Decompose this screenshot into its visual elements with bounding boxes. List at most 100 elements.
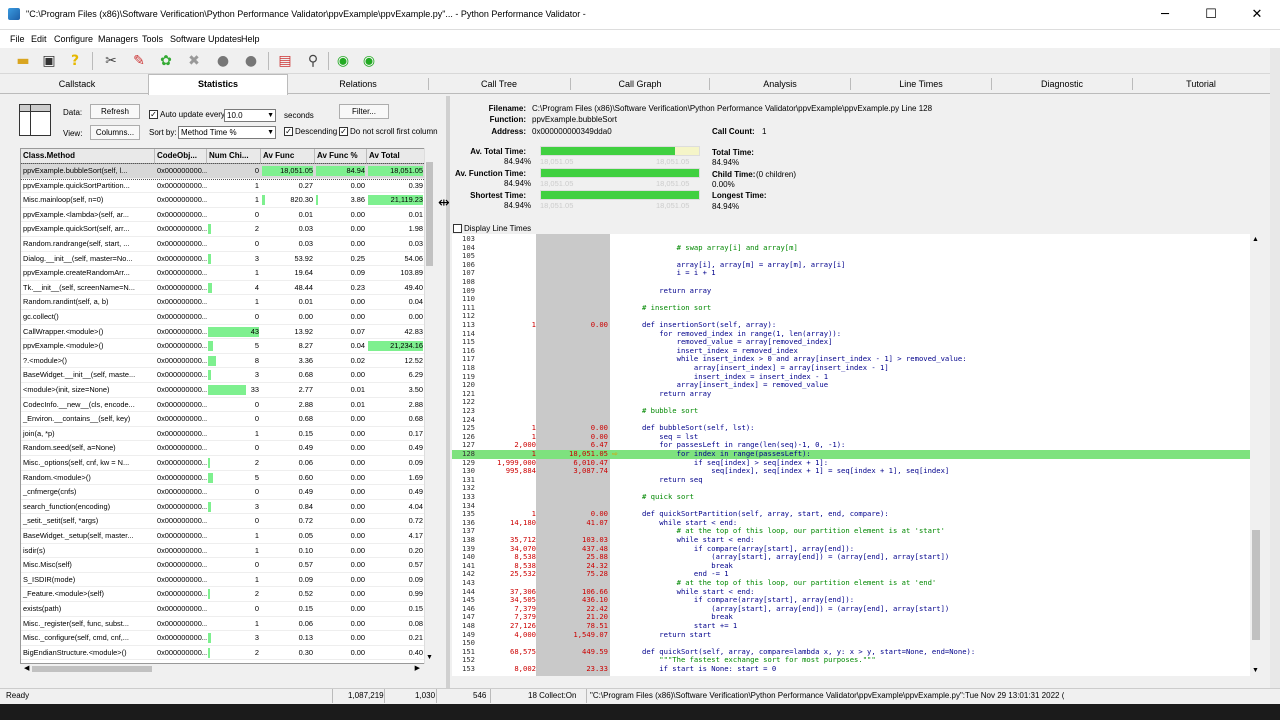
menu-tools[interactable]: Tools (142, 34, 163, 44)
table-row[interactable]: CallWrapper.<module>() 0x000000000... 43 13… (21, 325, 425, 340)
code-line[interactable]: 122 (452, 398, 1250, 407)
code-line[interactable]: 140 8,538 25.88 (array[start], array[end])… (452, 553, 1250, 562)
table-row[interactable]: _Feature.<module>(self) 0x000000000... 2 0.… (21, 587, 425, 602)
column-header-av-func-pct[interactable]: Av Func % (315, 149, 367, 164)
code-line[interactable]: 128 1 18,051.05 for index in range(passesL… (452, 449, 1250, 459)
display-line-times-checkbox[interactable] (453, 224, 462, 233)
code-line[interactable]: 108 (452, 277, 1250, 287)
table-row[interactable]: Misc.Misc(self) 0x000000000... 0 0.57 0.00 0.… (21, 558, 425, 573)
auto-update-interval-select[interactable]: 10.0 ▼ (224, 109, 276, 122)
menu-help[interactable]: Help (241, 34, 260, 44)
table-row[interactable]: BaseWidget.__init__(self, maste... 0x0000… (21, 368, 425, 383)
table-row[interactable]: isdir(s) 0x000000000... 1 0.10 0.00 0.20 (21, 544, 425, 559)
table-row[interactable]: exists(path) 0x000000000... 0 0.15 0.00 0.15 (21, 602, 425, 617)
code-line[interactable]: 113 1 0.00 def insertionSort(self, array): (452, 320, 1250, 330)
code-line[interactable]: 111 # insertion sort (452, 303, 1250, 313)
maximize-button[interactable]: ☐ (1188, 0, 1234, 30)
binoculars-icon[interactable]: ⚲ (302, 50, 324, 72)
code-line[interactable]: 123 # bubble sort (452, 406, 1250, 416)
save-icon[interactable]: ▣ (38, 50, 60, 72)
code-line[interactable]: 153 8,002 23.33 if start is None: start = … (452, 664, 1250, 674)
code-line[interactable]: 120 array[insert_index] = removed_value (452, 381, 1250, 390)
no-scroll-checkbox[interactable]: ✓ (339, 127, 348, 136)
close-button[interactable]: ✕ (1234, 0, 1280, 30)
code-line[interactable]: 152 """The fastest exchange sort for mos… (452, 656, 1250, 665)
code-line[interactable]: 132 (452, 484, 1250, 493)
window-scrollbar[interactable] (1270, 48, 1280, 688)
table-row[interactable]: _cnfmerge(cnfs) 0x000000000... 0 0.49 0.00 0.… (21, 485, 425, 500)
table-row[interactable]: Random.randint(self, a, b) 0x000000000...… (21, 295, 425, 310)
table-horizontal-scrollbar[interactable]: ◀ ▶ (20, 664, 424, 674)
code-line[interactable]: 115 removed_value = array[removed_index] (452, 338, 1250, 347)
table-row[interactable]: Random.randrange(self, start, ... 0x00000… (21, 237, 425, 252)
table-row[interactable]: ?.<module>() 0x000000000... 8 3.36 0.02 12.52 (21, 354, 425, 369)
table-row[interactable]: ppvExample.bubbleSort(self, l... 0x000000… (21, 163, 426, 180)
back-icon[interactable]: ◉ (332, 50, 354, 72)
table-row[interactable]: ppvExample.createRandomArr... 0x000000000… (21, 266, 425, 281)
open-folder-icon[interactable]: ▬ (12, 50, 34, 72)
code-line[interactable]: 133 # quick sort (452, 492, 1250, 502)
table-row[interactable]: Misc.mainloop(self, n=0) 0x000000000... 1 8… (21, 193, 425, 208)
tab-line-times[interactable]: Line Times (852, 76, 990, 92)
launch-icon[interactable]: ✎ (128, 50, 150, 72)
auto-update-checkbox[interactable]: ✓ (149, 110, 158, 119)
code-line[interactable]: 105 (452, 252, 1250, 261)
code-line[interactable]: 143 # at the top of this loop, our parti… (452, 578, 1250, 588)
code-line[interactable]: 147 7,379 21.20 break (452, 613, 1250, 622)
code-line[interactable]: 135 1 0.00 def quickSortPartition(self, arr… (452, 510, 1250, 519)
code-line[interactable]: 124 (452, 415, 1250, 425)
refresh-button[interactable]: Refresh (90, 104, 140, 119)
refresh-session-icon[interactable]: ✿ (155, 50, 177, 72)
table-row[interactable]: _setit._setit(self, *args) 0x000000000...… (21, 514, 425, 529)
code-scrollbar[interactable]: ▲ ▼ (1250, 234, 1262, 676)
code-line[interactable]: 114 for removed_index in range(1, len(ar… (452, 329, 1250, 339)
help-icon[interactable]: ? (64, 50, 86, 72)
code-line[interactable]: 106 array[i], array[m] = array[m], array… (452, 260, 1250, 270)
code-line[interactable]: 107 i = i + 1 (452, 269, 1250, 278)
code-line[interactable]: 121 return array (452, 389, 1250, 399)
code-line[interactable]: 148 27,126 78.51 start += 1 (452, 621, 1250, 631)
table-row[interactable]: ppvExample.quickSort(self, arr... 0x00000… (21, 222, 425, 237)
menu-file[interactable]: File (10, 34, 25, 44)
code-line[interactable]: 131 return seq (452, 475, 1250, 485)
code-line[interactable]: 118 array[insert_index] = array[insert_i… (452, 363, 1250, 373)
tab-analysis[interactable]: Analysis (711, 76, 849, 92)
table-row[interactable]: Tk.__init__(self, screenName=N... 0x00000… (21, 281, 425, 296)
tab-call-tree[interactable]: Call Tree (430, 76, 568, 92)
table-row[interactable]: BigEndianStructure.<module>() 0x000000000… (21, 646, 425, 661)
table-row[interactable]: Random.<module>() 0x000000000... 5 0.60 0.00… (21, 471, 425, 486)
tab-call-graph[interactable]: Call Graph (572, 76, 708, 92)
menu-software-updates[interactable]: Software Updates (170, 34, 242, 44)
column-header-av-total[interactable]: Av Total (367, 149, 425, 164)
descending-checkbox[interactable]: ✓ (284, 127, 293, 136)
graph-icon[interactable]: ▤ (274, 50, 296, 72)
panel-splitter[interactable] (446, 96, 450, 688)
table-row[interactable]: search_function(encoding) 0x000000000... 3… (21, 500, 425, 515)
table-row[interactable]: S_ISDIR(mode) 0x000000000... 1 0.09 0.00 0.09 (21, 573, 425, 588)
table-row[interactable]: ppvExample.quickSortPartition... 0x000000… (21, 179, 425, 194)
column-header-method[interactable]: Class.Method (21, 149, 155, 164)
pause-icon[interactable]: ● (240, 50, 262, 72)
table-row[interactable]: Random.seed(self, a=None) 0x000000000... 0… (21, 441, 425, 456)
forward-icon[interactable]: ◉ (358, 50, 380, 72)
table-row[interactable]: CodecInfo.__new__(cls, encode... 0x000000… (21, 398, 425, 413)
table-row[interactable]: Misc._options(self, cnf, kw = N... 0x0000… (21, 456, 425, 471)
tab-tutorial[interactable]: Tutorial (1134, 76, 1268, 92)
code-line[interactable]: 130 995,884 3,087.74 seq[index], seq[index… (452, 467, 1250, 476)
tab-statistics[interactable]: Statistics (148, 74, 288, 95)
table-row[interactable]: _Environ.__contains__(self, key) 0x000000… (21, 412, 425, 427)
record-icon[interactable]: ● (212, 50, 234, 72)
table-row[interactable]: Misc._configure(self, cmd, cnf,... 0x0000… (21, 631, 425, 646)
stop-icon[interactable]: ✖ (183, 50, 205, 72)
column-header-num-children[interactable]: Num Chi... (207, 149, 261, 164)
minimize-button[interactable]: ─ (1142, 0, 1188, 30)
table-row[interactable]: Misc._register(self, func, subst... 0x000… (21, 617, 425, 632)
code-line[interactable]: 103 (452, 234, 1250, 244)
code-line[interactable]: 126 1 0.00 seq = lst (452, 432, 1250, 442)
menu-configure[interactable]: Configure (54, 34, 93, 44)
table-row[interactable]: BaseWidget._setup(self, master... 0x00000… (21, 529, 425, 544)
filter-button[interactable]: Filter... (339, 104, 389, 119)
code-line[interactable]: 149 4,000 1,549.07 return start (452, 630, 1250, 640)
table-row[interactable]: ppvExample.<lambda>(self, ar... 0x0000000… (21, 208, 425, 223)
code-line[interactable]: 112 (452, 312, 1250, 321)
